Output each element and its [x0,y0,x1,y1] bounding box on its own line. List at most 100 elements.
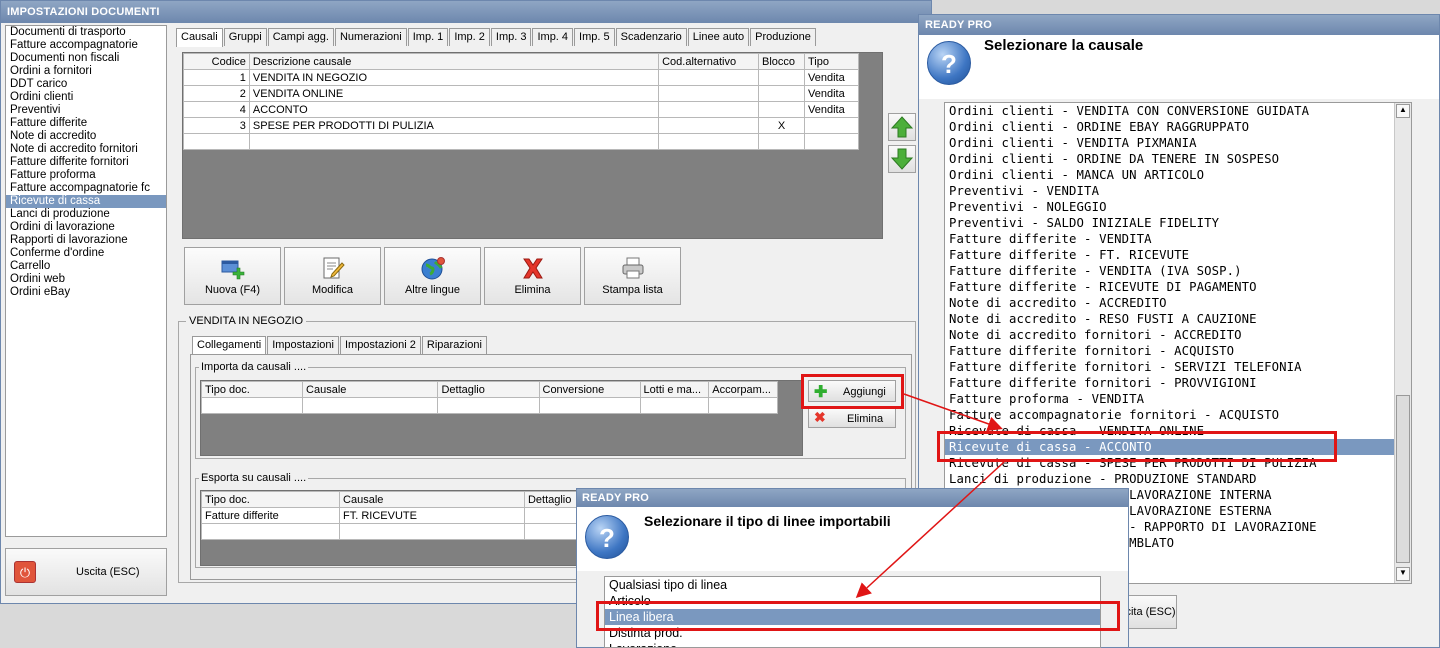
tab-scadenzario[interactable]: Scadenzario [615,28,687,46]
column-header[interactable]: Lotti e ma... [639,381,710,398]
delete-button[interactable]: Elimina [484,247,581,305]
left-list-item[interactable]: Note di accredito fornitori [6,143,166,156]
column-header[interactable]: Dettaglio [437,381,540,398]
scroll-down-icon[interactable]: ▼ [1396,567,1410,581]
line-type-item[interactable]: Qualsiasi tipo di linea [605,577,1100,593]
document-type-list[interactable]: Documenti di trasporto Fatture accompagna… [5,25,167,537]
table-cell [183,133,250,150]
table-row[interactable]: 3 SPESE PER PRODOTTI DI PULIZIA X [183,117,859,134]
column-header[interactable]: Tipo [804,53,859,70]
left-list-item[interactable]: Ordini eBay [6,286,166,299]
causale-list-item[interactable]: Fatture differite fornitori - PROVVIGION… [945,375,1411,391]
causale-list-item[interactable]: Ordini clienti - VENDITA PIXMANIA [945,135,1411,151]
left-list-item[interactable]: Documenti di trasporto [6,26,166,39]
left-list-item[interactable]: Fatture differite [6,117,166,130]
left-list-item[interactable]: Ordini web [6,273,166,286]
table-row[interactable]: 1 VENDITA IN NEGOZIO Vendita [183,69,859,86]
column-header[interactable]: Causale [302,381,439,398]
question-icon: ? [585,515,629,559]
tab-imp-5[interactable]: Imp. 5 [574,28,615,46]
causale-scrollbar[interactable]: ▲ ▼ [1394,103,1411,583]
column-header[interactable]: Accorpam... [708,381,778,398]
tab-imp-1[interactable]: Imp. 1 [407,28,449,46]
move-down-button[interactable] [888,145,916,173]
column-header[interactable]: Codice [183,53,250,70]
tab-campi-agg-[interactable]: Campi agg. [267,28,334,46]
causale-list-item[interactable]: Ordini clienti - ORDINE EBAY RAGGRUPPATO [945,119,1411,135]
tab-imp-4[interactable]: Imp. 4 [532,28,574,46]
causale-list-item[interactable]: Fatture proforma - VENDITA [945,391,1411,407]
causale-list-item[interactable]: Preventivi - SALDO INIZIALE FIDELITY [945,215,1411,231]
print-list-button[interactable]: Stampa lista [584,247,681,305]
causale-list-item[interactable]: Preventivi - NOLEGGIO [945,199,1411,215]
tab-gruppi[interactable]: Gruppi [223,28,267,46]
left-list-item[interactable]: Preventivi [6,104,166,117]
tab-linee-auto[interactable]: Linee auto [687,28,750,46]
column-header[interactable]: Causale [339,491,525,508]
column-header[interactable]: Descrizione causale [248,53,660,70]
causale-list-item[interactable]: Preventivi - VENDITA [945,183,1411,199]
causale-list-item[interactable]: Fatture differite fornitori - ACQUISTO [945,343,1411,359]
scroll-up-icon[interactable]: ▲ [1396,104,1410,118]
causale-list-item[interactable]: Note di accredito - ACCREDITO [945,295,1411,311]
left-list-item[interactable]: Ricevute di cassa [6,195,166,208]
causale-list-item[interactable]: Fatture differite - VENDITA [945,231,1411,247]
left-list-item[interactable]: DDT carico [6,78,166,91]
line-type-item[interactable]: Lavorazione [605,641,1100,647]
tab-numerazioni[interactable]: Numerazioni [334,28,407,46]
import-grid[interactable]: Tipo doc. Causale Dettaglio Conversione Lott… [200,380,803,456]
causale-list-item[interactable]: Ordini clienti - MANCA UN ARTICOLO [945,167,1411,183]
left-list-item[interactable]: Lanci di produzione [6,208,166,221]
column-header[interactable]: Tipo doc. [200,381,304,398]
tab-causali[interactable]: Causali [176,28,223,47]
left-list-item[interactable]: Rapporti di lavorazione [6,234,166,247]
edit-button[interactable]: Modifica [284,247,381,305]
left-list-item[interactable]: Carrello [6,260,166,273]
subtab-collegamenti[interactable]: Collegamenti [192,336,267,355]
causale-list-item[interactable]: Fatture differite - RICEVUTE DI PAGAMENT… [945,279,1411,295]
column-header[interactable]: Blocco [758,53,805,70]
empty-row[interactable] [200,397,778,414]
causale-list-item[interactable]: Lanci di produzione - PRODUZIONE STANDAR… [945,471,1411,487]
causale-list-item[interactable]: Fatture differite fornitori - SERVIZI TE… [945,359,1411,375]
tab-imp-3[interactable]: Imp. 3 [490,28,532,46]
column-header[interactable]: Cod.alternativo [658,53,760,70]
table-row[interactable]: 4 ACCONTO Vendita [183,101,859,118]
causali-grid[interactable]: Codice Descrizione causale Cod.alternativo… [182,52,883,239]
causale-list-item[interactable]: Note di accredito - RESO FUSTI A CAUZION… [945,311,1411,327]
causale-list-item[interactable]: Fatture differite - FT. RICEVUTE [945,247,1411,263]
empty-row[interactable] [183,133,859,150]
column-header[interactable]: Tipo doc. [200,491,341,508]
remove-button[interactable]: ✖ Elimina [808,408,896,428]
left-list-item[interactable]: Fatture differite fornitori [6,156,166,169]
subtab-impostazioni-2[interactable]: Impostazioni 2 [339,336,421,354]
tab-produzione[interactable]: Produzione [750,28,816,46]
move-up-button[interactable] [888,113,916,141]
table-cell [200,523,341,540]
scroll-thumb[interactable] [1396,395,1410,563]
causale-list-item[interactable]: Ordini clienti - ORDINE DA TENERE IN SOS… [945,151,1411,167]
causale-list-item[interactable]: Note di accredito fornitori - ACCREDITO [945,327,1411,343]
left-list-item[interactable]: Ordini di lavorazione [6,221,166,234]
causale-list-item[interactable]: Fatture differite - VENDITA (IVA SOSP.) [945,263,1411,279]
left-list-item[interactable]: Fatture accompagnatorie [6,39,166,52]
new-button[interactable]: Nuova (F4) [184,247,281,305]
other-languages-button[interactable]: Altre lingue [384,247,481,305]
left-list-item[interactable]: Fatture accompagnatorie fc [6,182,166,195]
table-row[interactable]: 2 VENDITA ONLINE Vendita [183,85,859,102]
left-list-item[interactable]: Ordini clienti [6,91,166,104]
tab-imp-2[interactable]: Imp. 2 [449,28,490,46]
left-list-item[interactable]: Fatture proforma [6,169,166,182]
left-list-item[interactable]: Documenti non fiscali [6,52,166,65]
subtab-impostazioni[interactable]: Impostazioni [267,336,339,354]
left-list-item[interactable]: Note di accredito [6,130,166,143]
table-cell: 3 [183,117,250,134]
left-list-item[interactable]: Ordini a fornitori [6,65,166,78]
left-list-item[interactable]: Conferme d'ordine [6,247,166,260]
exit-button[interactable]: ⏻ Uscita (ESC) [5,548,167,596]
causale-list-item[interactable]: Fatture accompagnatorie fornitori - ACQU… [945,407,1411,423]
causale-list-item[interactable]: Ordini clienti - VENDITA CON CONVERSIONE… [945,103,1411,119]
column-header[interactable]: Conversione [538,381,641,398]
subtab-riparazioni[interactable]: Riparazioni [421,336,487,354]
table-cell: X [758,117,805,134]
